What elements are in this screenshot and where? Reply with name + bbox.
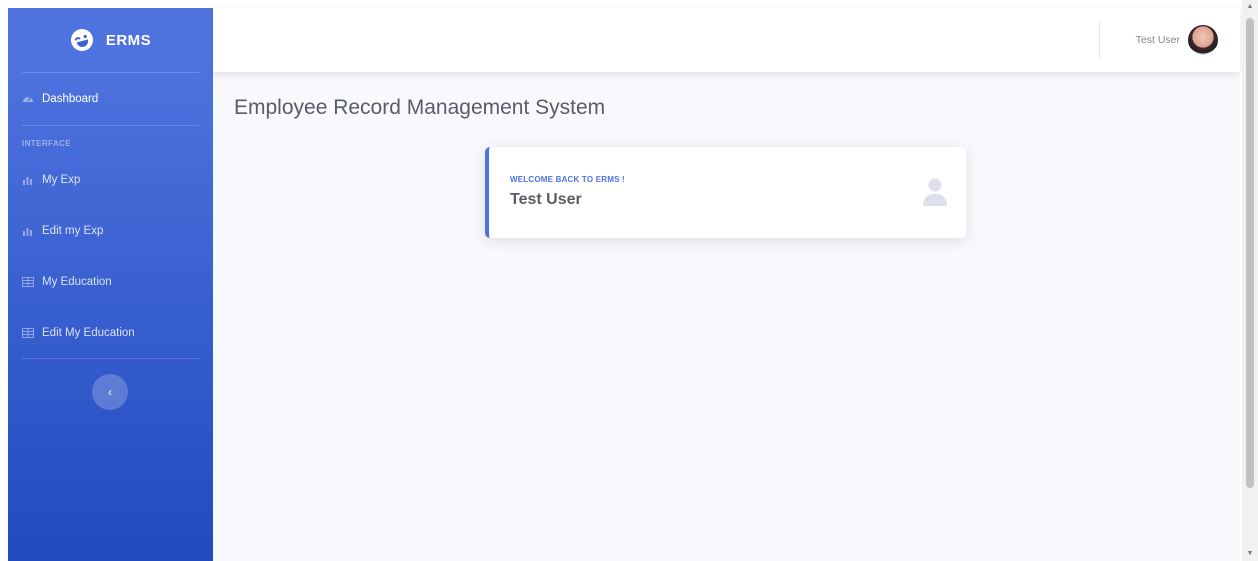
sidebar-item-edit-my-exp[interactable]: Edit my Exp [8,205,213,256]
content-area: Test User Employee Record Management Sys… [213,8,1240,561]
sidebar-item-my-exp[interactable]: My Exp [8,154,213,205]
table-icon [22,276,34,287]
sidebar-item-label: Edit my Exp [42,224,104,237]
sidebar-item-label: My Exp [42,173,81,186]
scroll-down-icon[interactable]: ▼ [1242,547,1258,561]
topbar-divider [1099,22,1100,58]
laugh-wink-icon [70,29,93,51]
sidebar-item-edit-my-education[interactable]: Edit My Education [8,307,213,358]
card-value: Test User [510,191,582,208]
sidebar-item-label: My Education [42,275,112,288]
user-dropdown[interactable]: Test User [1136,8,1218,72]
chart-bar-icon [23,176,32,185]
sidebar-divider [22,358,199,359]
user-icon [923,178,947,206]
sidebar-toggle-button[interactable]: ‹ [92,374,128,410]
sidebar-item-dashboard[interactable]: Dashboard [8,73,213,125]
brand[interactable]: ERMS [8,8,213,72]
topbar: Test User [213,8,1240,72]
scroll-up-icon[interactable]: ▲ [1242,0,1258,14]
welcome-card: Welcome back to ERMS ! Test User [485,147,966,238]
scrollbar[interactable]: ▲ ▼ [1242,0,1258,561]
chart-bar-icon [23,227,32,236]
chevron-left-icon: ‹ [108,385,112,399]
tachometer-icon [23,96,33,102]
avatar [1188,25,1218,55]
page-title: Employee Record Management System [234,96,606,119]
sidebar-item-label: Dashboard [42,93,99,105]
sidebar: ERMS Dashboard INTERFACE My Exp Edit my … [8,8,213,561]
table-icon [22,327,34,338]
card-label: Welcome back to ERMS ! [510,175,625,184]
brand-name: ERMS [105,31,152,49]
sidebar-item-my-education[interactable]: My Education [8,256,213,307]
scroll-thumb[interactable] [1246,18,1254,488]
sidebar-item-label: Edit My Education [42,326,135,339]
app-window: ERMS Dashboard INTERFACE My Exp Edit my … [8,8,1240,561]
user-name: Test User [1135,34,1180,46]
sidebar-heading: INTERFACE [22,139,71,148]
